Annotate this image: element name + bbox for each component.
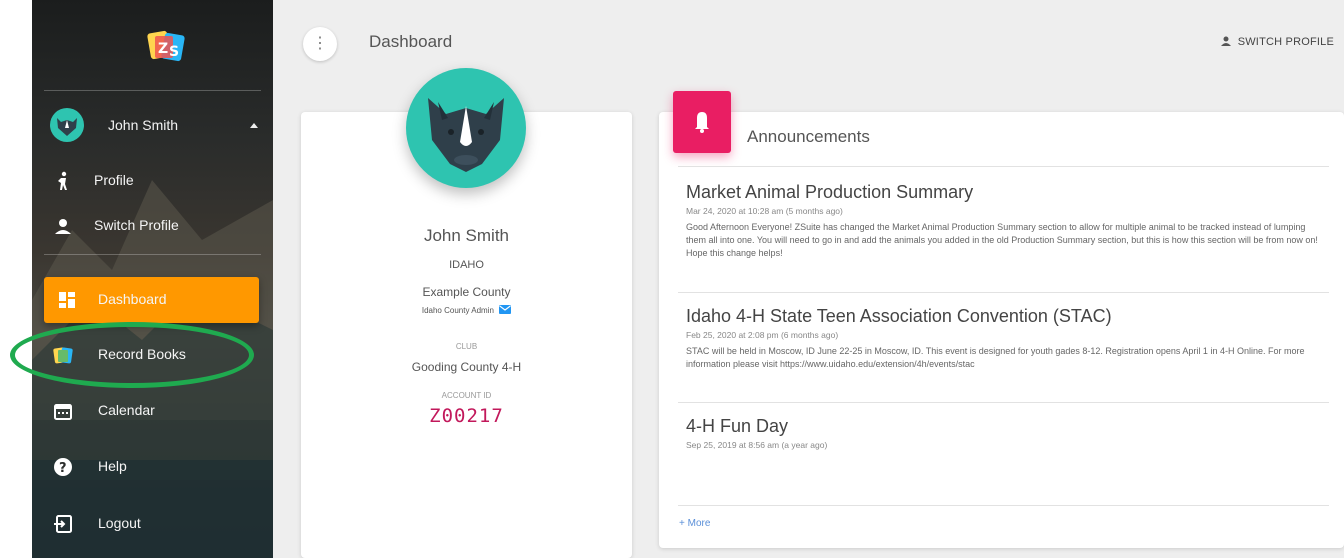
profile-name: John Smith [423,226,510,245]
avatar [50,108,84,142]
announcements-divider [678,166,1329,167]
sidebar-item-calendar[interactable]: Calendar [32,388,273,434]
app-root: Z S John Smith Profile Switch Profile Da… [0,0,1344,558]
announcements-title: Announcements [747,127,870,146]
person-icon [1220,36,1231,46]
announcements-divider [678,505,1329,506]
page-title: Dashboard [369,32,453,51]
more-link[interactable]: + More [679,518,710,529]
announcement-title: Market Animal Production Summary [686,182,974,202]
bell-icon [695,112,709,133]
sidebar-item-profile[interactable]: Profile [32,158,273,204]
announcements-divider [678,402,1329,403]
sidebar-item-label: Logout [98,515,141,531]
sidebar-item-label: Profile [94,172,134,188]
menu-button[interactable]: ⋮ [303,27,337,61]
dashboard-icon [59,292,75,308]
announcement-item[interactable]: 4-H Fun Day Sep 25, 2019 at 8:56 am (a y… [686,416,1326,450]
highlight-ring [10,322,254,388]
sidebar-item-label: Help [98,458,127,474]
logout-icon [54,515,72,533]
announcement-item[interactable]: Idaho 4-H State Teen Association Convent… [686,306,1326,371]
profile-role-row: Idaho County Admin [301,305,632,315]
sidebar-item-logout[interactable]: Logout [32,501,273,547]
svg-text:?: ? [59,461,67,476]
sidebar: Z S John Smith Profile Switch Profile Da… [32,0,273,558]
club-label: CLUB [455,342,478,351]
announcement-title: 4-H Fun Day [686,416,789,436]
help-icon: ? [54,458,72,476]
sidebar-item-dashboard[interactable]: Dashboard [44,277,259,323]
announcements-badge [673,91,731,153]
profile-role: Idaho County Admin [421,306,494,315]
account-id: Z00217 [429,405,504,427]
calendar-icon [54,404,72,420]
sidebar-item-label: Calendar [98,402,155,418]
sidebar-divider [44,90,261,91]
switch-profile-label: SWITCH PROFILE [1237,36,1334,48]
sidebar-user-toggle[interactable]: John Smith [50,108,270,142]
zsuite-logo-icon: Z S [147,30,185,62]
club-name: Gooding County 4-H [411,360,522,374]
announcements-divider [678,292,1329,293]
announcement-body: STAC will be held in Moscow, ID June 22-… [686,346,1305,369]
profile-state: IDAHO [449,259,484,271]
sidebar-item-help[interactable]: ? Help [32,444,273,490]
announcement-title: Idaho 4-H State Teen Association Convent… [686,306,1112,326]
announcement-item[interactable]: Market Animal Production Summary Mar 24,… [686,182,1326,260]
profile-county: Example County [422,285,511,299]
sidebar-item-label: Switch Profile [94,217,179,233]
caret-up-icon [250,123,258,128]
account-id-label: ACCOUNT ID [441,391,492,400]
announcement-date: Feb 25, 2020 at 2:08 pm (6 months ago) [686,330,839,340]
sidebar-item-label: Dashboard [98,291,167,307]
rhino-icon [57,118,77,136]
person-walking-icon [58,171,67,190]
svg-text:S: S [169,44,179,60]
announcement-date: Mar 24, 2020 at 10:28 am (5 months ago) [686,206,843,216]
avatar [406,68,526,188]
switch-profile-button[interactable]: SWITCH PROFILE [1220,35,1334,48]
svg-text:Z: Z [158,41,168,57]
sidebar-item-switch-profile[interactable]: Switch Profile [32,203,273,249]
rhino-icon [428,98,504,172]
sidebar-user-name: John Smith [108,117,179,133]
sidebar-divider [44,254,261,255]
announcement-date: Sep 25, 2019 at 8:56 am (a year ago) [686,440,828,450]
announcement-body: Good Afternoon Everyone! ZSuite has chan… [686,222,1318,258]
person-icon [55,219,71,234]
mail-icon[interactable] [499,305,512,314]
